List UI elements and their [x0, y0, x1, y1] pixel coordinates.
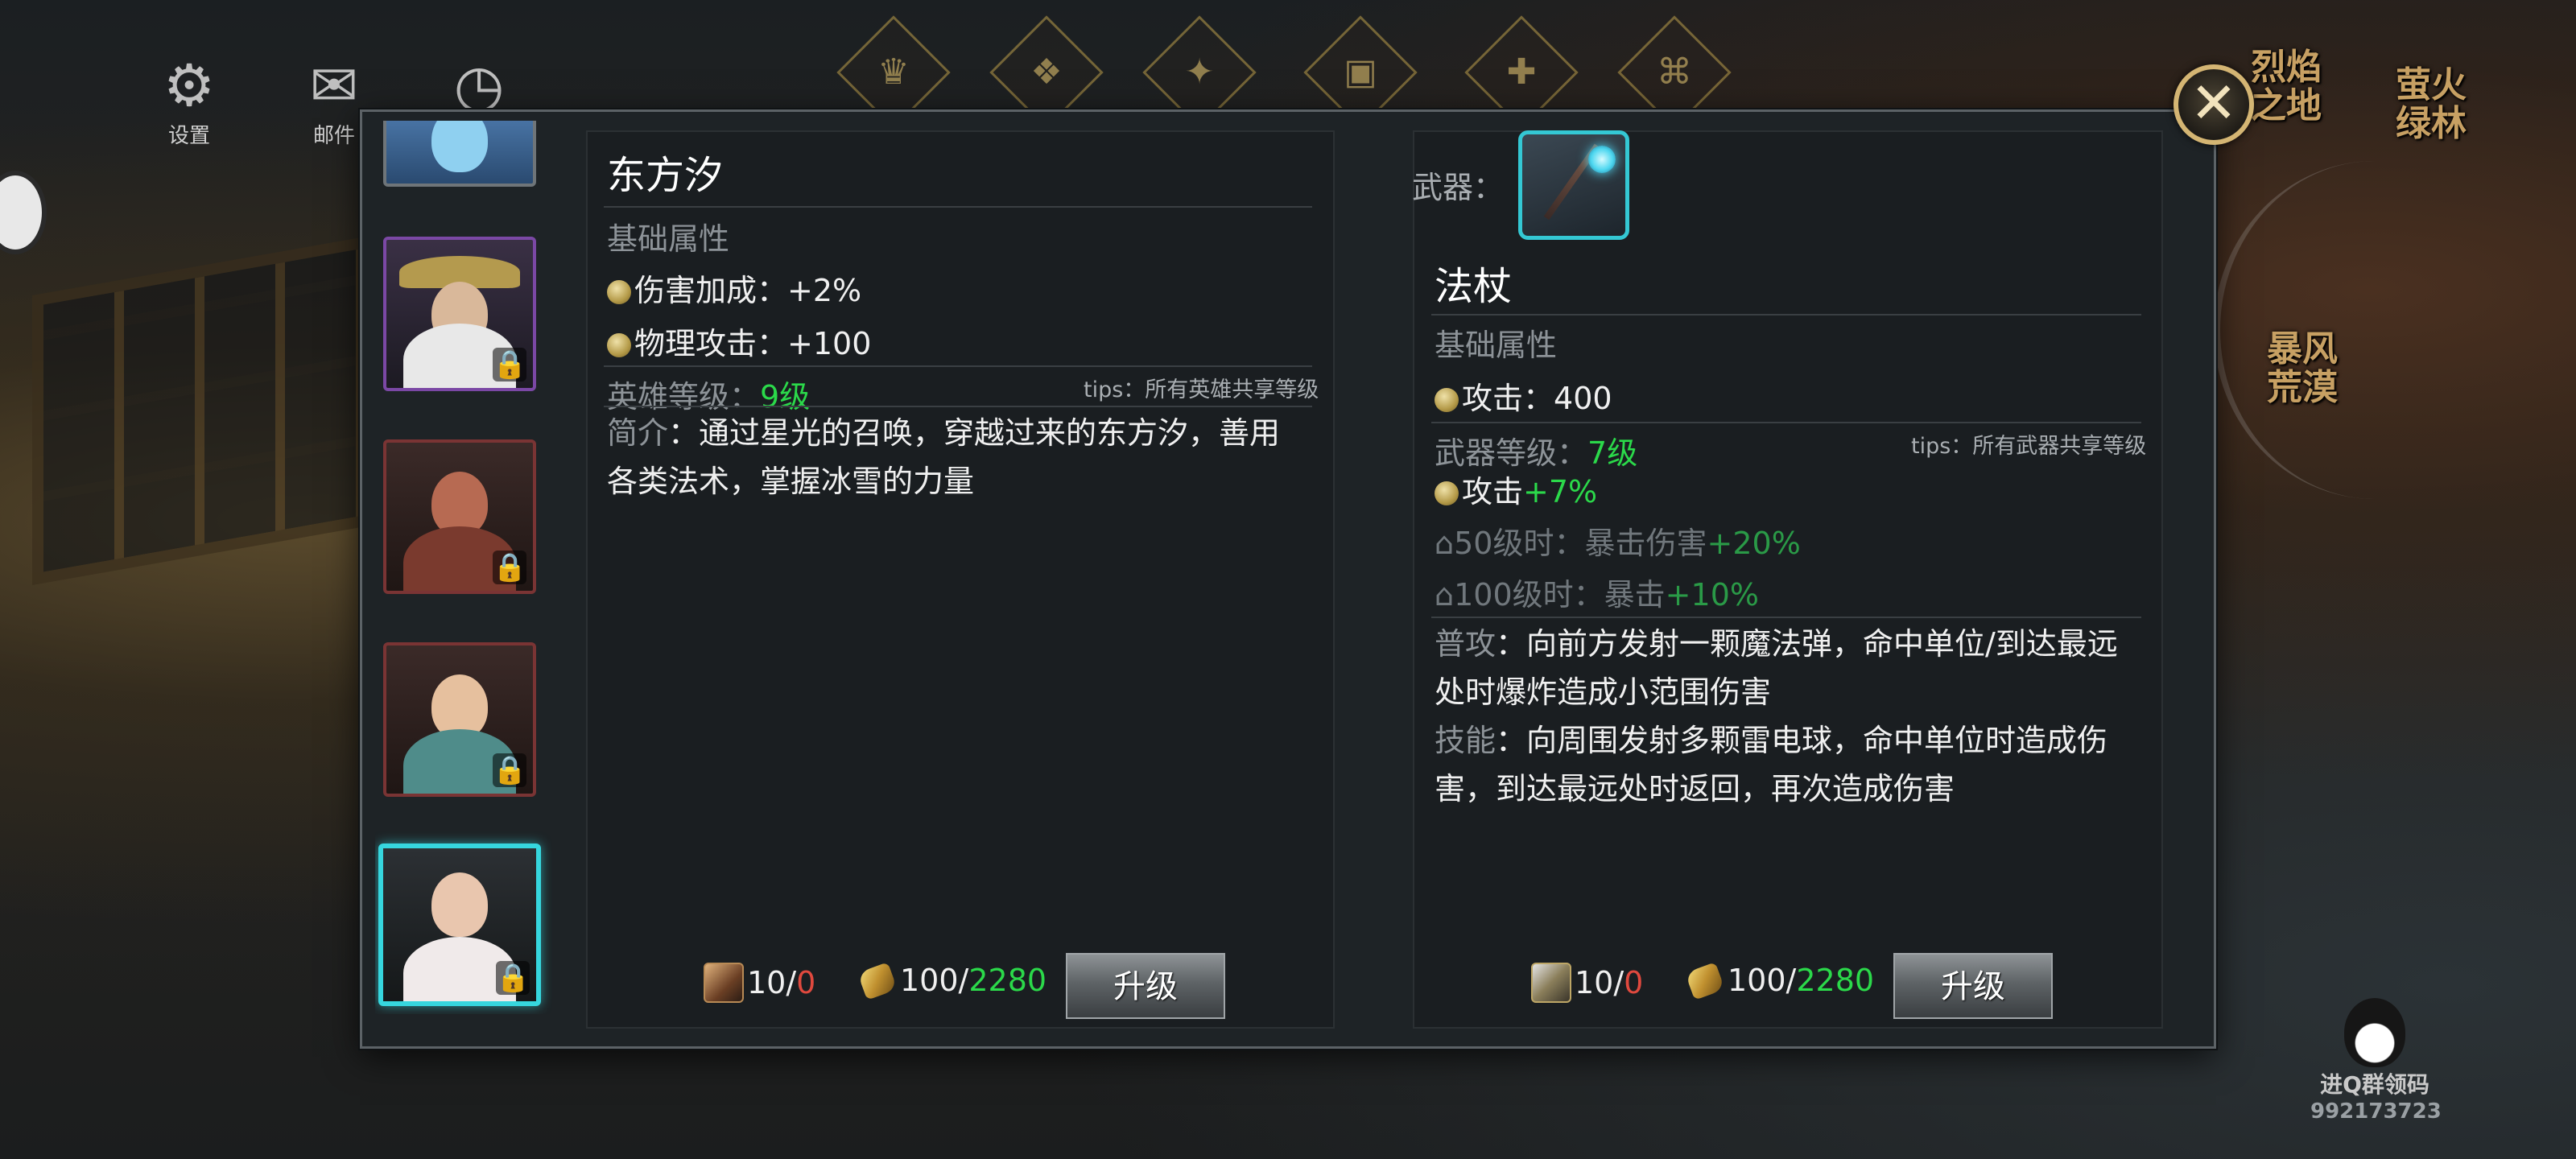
weapon-normal-attack: 普攻：向前方发射一颗魔法弹，命中单位/到达最远处时爆炸造成小范围伤害: [1435, 626, 2118, 710]
weapon-shard-cost: 10/0: [1531, 963, 1643, 1003]
hero-attr-physical-attack: 物理攻击：+100: [607, 319, 871, 363]
map-label-flame-land: 烈焰之地: [2251, 47, 2322, 126]
gear-icon: ⚙: [163, 52, 216, 119]
close-button[interactable]: ✕: [2174, 64, 2254, 145]
settings-button[interactable]: ⚙ 设置: [153, 52, 225, 149]
hero-card-4[interactable]: 🔒: [383, 642, 536, 797]
qq-penguin-icon: [2344, 998, 2405, 1067]
divider: [1431, 617, 2141, 618]
coin-icon: [1435, 481, 1459, 505]
divider: [604, 206, 1312, 208]
hero-shard-icon: [704, 963, 744, 1003]
hero-attr-damage-bonus: 伤害加成：+2%: [607, 266, 861, 310]
hero-portrait: [431, 121, 488, 172]
hero-gold-cost: 100/2280: [857, 962, 1046, 1000]
staff-orb-icon: [1588, 146, 1616, 173]
map-label-firefly-forest: 萤火绿林: [2396, 64, 2467, 144]
hero-portrait: [431, 872, 488, 937]
lock-icon: 🔒: [496, 961, 530, 995]
lock-icon: 🔒: [493, 551, 527, 584]
weapon-locked-50: ⌂50级时：暴击伤害+20%: [1435, 526, 1801, 561]
weapon-gold-cost: 100/2280: [1685, 962, 1874, 1000]
lock-outline-icon: ⌂: [1435, 577, 1455, 612]
hero-card-3[interactable]: 🔒: [383, 439, 536, 594]
weapon-slot-label: 武器：: [1412, 170, 1505, 205]
coin-icon: [1435, 388, 1459, 412]
weapon-upgrade-button[interactable]: 升级: [1893, 953, 2053, 1019]
hero-upgrade-button[interactable]: 升级: [1066, 953, 1225, 1019]
gold-icon: [1685, 962, 1725, 1000]
divider: [604, 365, 1312, 367]
divider: [1431, 422, 2141, 423]
coin-icon: [607, 280, 631, 304]
gold-icon: [857, 962, 898, 1000]
lock-icon: 🔒: [493, 753, 527, 787]
hero-base-attr-title: 基础属性: [607, 221, 730, 257]
hero-card-selected[interactable]: 🔒: [378, 843, 541, 1006]
coin-icon: [607, 333, 631, 357]
hero-level-tips: tips：所有英雄共享等级: [1084, 377, 1319, 402]
watermark-number: 992173723: [2310, 1099, 2442, 1124]
weapon-skill: 技能：向周围发射多颗雷电球，命中单位时造成伤害，到达最远处时返回，再次造成伤害: [1435, 723, 2108, 806]
lock-outline-icon: ⌂: [1435, 526, 1455, 561]
hero-list[interactable]: 🔒 🔒 🔒 🔒: [375, 121, 552, 1014]
qq-watermark: 进Q群领码 992173723: [2310, 998, 2442, 1124]
close-icon: ✕: [2190, 70, 2238, 136]
hero-intro: 简介：通过星光的召唤，穿越过来的东方汐，善用各类法术，掌握冰雪的力量: [607, 415, 1281, 499]
hero-name: 东方汐: [607, 153, 724, 198]
weapon-attack-bonus: 攻击+7%: [1435, 467, 1597, 511]
weapon-name: 法杖: [1435, 264, 1513, 309]
settings-label: 设置: [167, 124, 210, 148]
background-window: [32, 235, 370, 586]
lock-icon: 🔒: [493, 348, 527, 382]
weapon-shard-icon: [1531, 963, 1571, 1003]
watermark-text: 进Q群领码: [2320, 1071, 2429, 1098]
weapon-level-tips: tips：所有武器共享等级: [1911, 434, 2147, 459]
weapon-base-attr-title: 基础属性: [1435, 328, 1558, 363]
divider: [1431, 314, 2141, 316]
weapon-attack: 攻击：400: [1435, 373, 1612, 418]
weapon-slot[interactable]: [1518, 130, 1629, 240]
map-label-storm-desert: 暴风荒漠: [2267, 328, 2338, 408]
weapon-level: 武器等级：7级: [1435, 435, 1638, 471]
hero-card-2[interactable]: 🔒: [383, 237, 536, 391]
hero-shard-cost: 10/0: [704, 963, 815, 1003]
divider: [604, 406, 1312, 407]
weapon-locked-100: ⌂100级时：暴击+10%: [1435, 577, 1759, 612]
hero-card-1[interactable]: [383, 121, 536, 187]
